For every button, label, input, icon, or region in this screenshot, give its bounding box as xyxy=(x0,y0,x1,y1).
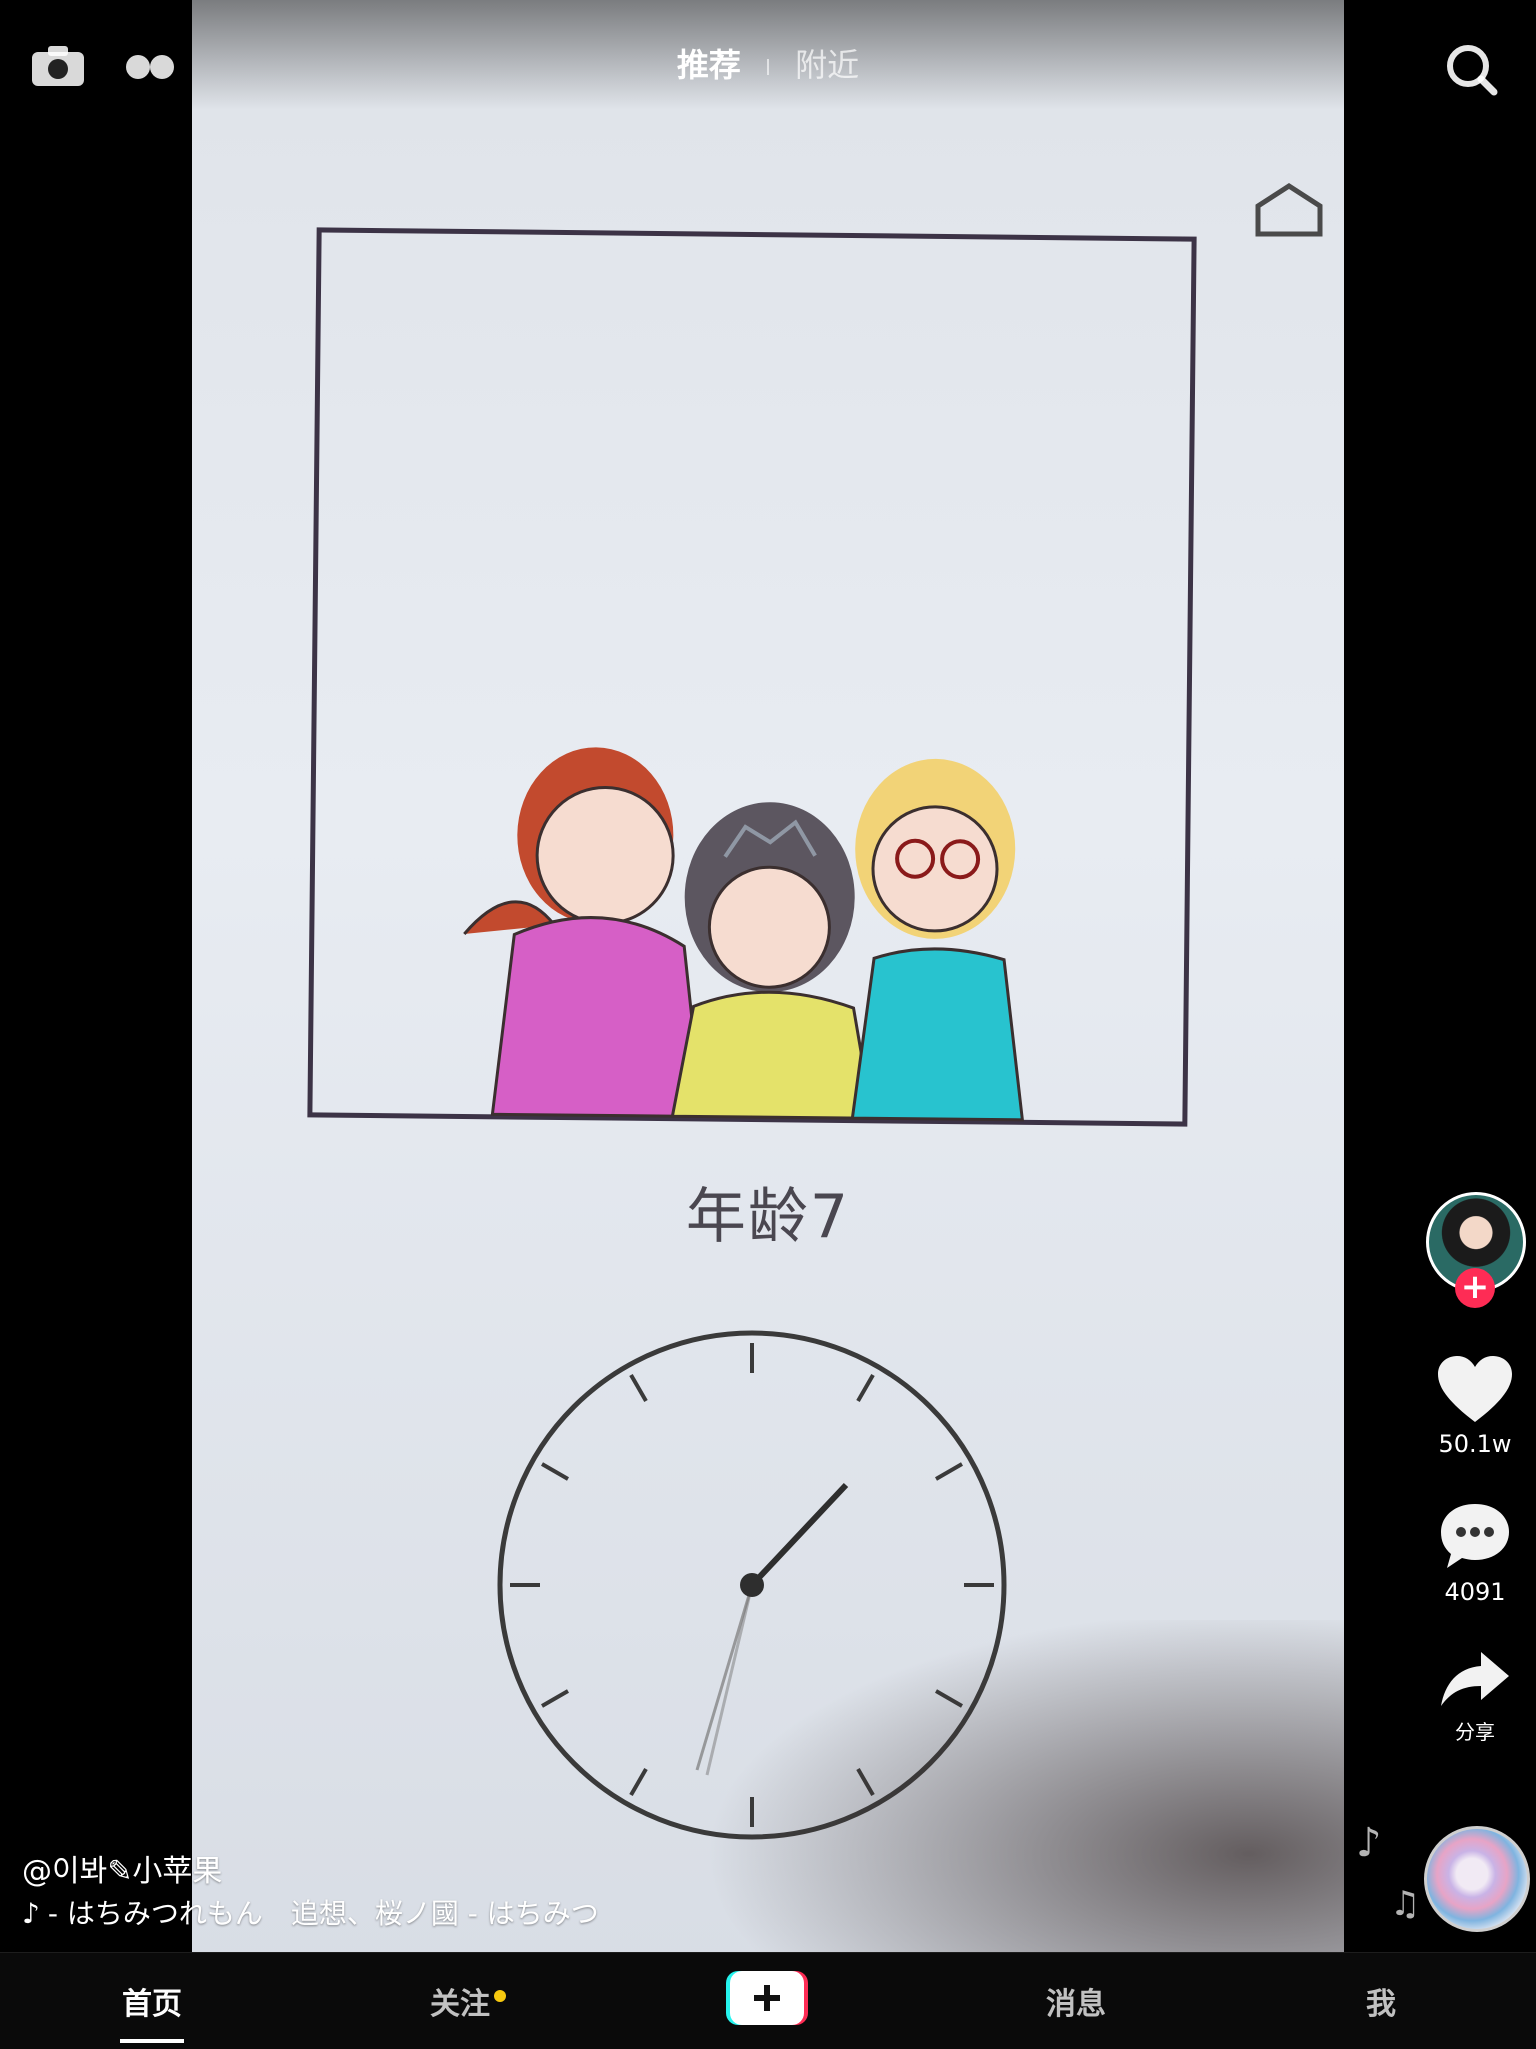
nav-follow[interactable]: 关注 xyxy=(430,1979,506,2023)
heart-icon xyxy=(1438,1356,1512,1422)
author-name[interactable]: @이봐✎小苹果 xyxy=(22,1846,222,1890)
notification-dot xyxy=(494,1990,506,2002)
search-icon[interactable] xyxy=(1444,42,1500,98)
music-note-icon: ♪ xyxy=(1356,1820,1382,1866)
share-label: 分享 xyxy=(1455,1720,1495,1744)
comment-icon xyxy=(1441,1504,1509,1568)
music-info[interactable]: ♪ - はちみつれもん 追想、桜ノ國 - はちみつ xyxy=(22,1892,599,1932)
nav-me[interactable]: 我 xyxy=(1366,1979,1396,2023)
like-count: 50.1w xyxy=(1438,1430,1512,1458)
girls-illustration xyxy=(463,747,1025,1122)
like-button[interactable]: 50.1w xyxy=(1420,1354,1530,1458)
tab-divider xyxy=(767,59,769,75)
music-note-icon: ♫ xyxy=(1390,1884,1421,1924)
share-button[interactable]: 分享 xyxy=(1420,1648,1530,1745)
tab-nearby[interactable]: 附近 xyxy=(795,46,859,84)
video-player[interactable]: 年龄7 xyxy=(192,0,1344,2048)
create-button[interactable] xyxy=(726,1971,808,2025)
follow-plus-button[interactable]: + xyxy=(1455,1268,1495,1308)
nav-follow-label: 关注 xyxy=(430,1987,490,2022)
music-disc[interactable] xyxy=(1424,1826,1530,1932)
music-title: - はちみつれもん 追想、桜ノ國 - はちみつ xyxy=(47,1897,599,1930)
nav-home-label: 首页 xyxy=(122,1987,182,2022)
panel-caption: 年龄7 xyxy=(685,1182,851,1252)
house-outline-drawing xyxy=(1255,183,1323,237)
tab-recommend[interactable]: 推荐 xyxy=(677,46,741,84)
feed-tabs: 推荐 附近 xyxy=(0,40,1536,86)
comment-count: 4091 xyxy=(1444,1578,1506,1606)
share-icon xyxy=(1441,1652,1509,1706)
comic-panel-frame xyxy=(307,227,1197,1127)
active-indicator xyxy=(120,2039,184,2043)
nav-home[interactable]: 首页 xyxy=(120,1979,184,2043)
tiktok-note-icon: ♪ xyxy=(22,1897,40,1930)
nav-messages[interactable]: 消息 xyxy=(1046,1979,1106,2023)
top-bar: 推荐 附近 xyxy=(0,0,1536,140)
bottom-nav: 首页 关注 消息 我 xyxy=(0,1952,1536,2049)
comment-button[interactable]: 4091 xyxy=(1420,1500,1530,1606)
